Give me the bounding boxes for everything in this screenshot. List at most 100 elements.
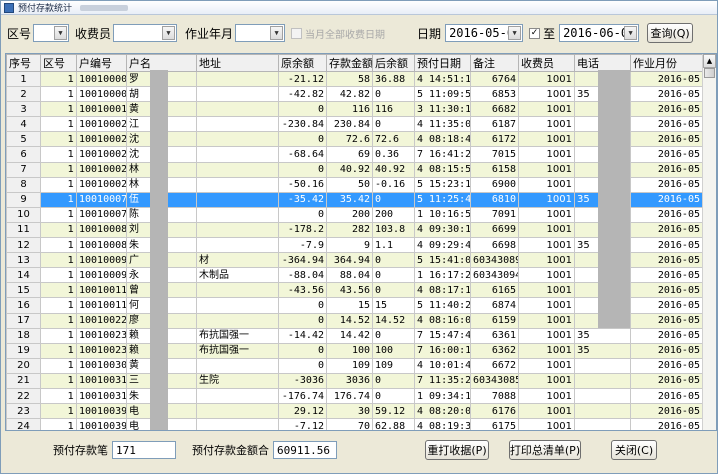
table-cell: 70 [326,418,373,430]
table-cell: 60343094 [470,267,519,284]
table-cell: 103.8 [372,221,415,239]
table-row[interactable]: 211100100316三生院-3036303607 11:35:2060343… [6,372,703,389]
table-cell: 4 10:01:41 [414,357,471,374]
table-cell: -3036 [278,372,327,389]
date-from-picker[interactable]: 2016-05-01 ▼ [445,24,524,42]
column-header[interactable]: 后余额 [372,54,415,72]
table-cell: 1 [40,327,77,344]
table-cell: 100100080 [76,221,127,239]
column-header[interactable]: 存款金额 [326,54,373,72]
column-header[interactable]: 备注 [470,54,519,72]
period-combo[interactable]: ▼ [235,24,286,42]
table-cell: -7.9 [278,237,327,254]
table-cell: 2016-05 [630,387,703,405]
table-cell: 0 [278,131,327,148]
table-cell: 0 [278,312,327,329]
table-cell: 0 [278,357,327,374]
table-cell: 40.92 [326,161,373,178]
table-row[interactable]: 221100100317朱-176.74176.7401 09:34:14708… [6,387,703,405]
table-cell: 1 [40,206,77,223]
column-header[interactable]: 原余额 [278,54,327,72]
query-button[interactable]: 查询(Q) [647,23,694,43]
table-cell: 116 [372,101,415,118]
chevron-down-icon[interactable]: ▼ [162,26,176,40]
table-row[interactable]: 191100100230赖布抗国强一01001007 16:00:1963621… [6,342,703,359]
table-cell: 4 14:51:17 [414,70,471,88]
table-row[interactable]: 181100100230赖布抗国强一-14.4214.4207 15:47:44… [6,327,703,344]
district-combo[interactable]: ▼ [33,24,70,42]
column-header[interactable]: 户名 [126,54,197,72]
table-cell [196,312,279,329]
table-cell: 15 [372,297,415,314]
table-cell [196,403,279,420]
table-cell: -42.82 [278,86,327,103]
table-cell: 1 [40,237,77,254]
reprint-receipt-button[interactable]: 重打收据(P) [425,440,489,460]
column-header[interactable]: 收费员 [518,54,575,72]
table-cell: 2016-05 [630,116,703,133]
table-cell: 2016-05 [630,176,703,193]
scroll-up-icon[interactable]: ▲ [703,54,716,68]
table-cell: 1 [40,297,77,314]
table-cell: 14.52 [372,312,415,329]
table-cell: -7.12 [278,418,327,430]
table-row[interactable]: 201100100303黄01091094 10:01:416672100120… [6,357,703,374]
table-cell: 2016-05 [630,131,703,148]
column-header[interactable]: 序号 [6,54,41,72]
collector-combo[interactable]: ▼ [113,24,178,42]
table-cell [196,297,279,314]
collector-label: 收费员 [75,26,112,41]
results-grid[interactable]: 序号 区号 户编号 户名 地址 原余额 存款金额 后余额 预付日期 备注 收费员 电话 作业月份 111… [5,53,717,431]
all-dates-checkbox[interactable] [291,27,303,39]
table-cell: 1 [40,161,77,178]
table-cell: 1 [40,191,77,208]
table-cell: 109 [372,357,415,374]
table-cell: 1 [40,176,77,193]
table-cell [574,418,631,430]
column-header[interactable]: 户编号 [76,54,127,72]
table-cell: 100100095 [76,252,127,269]
table-cell: 72.6 [326,131,373,148]
chevron-down-icon[interactable]: ▼ [54,26,68,40]
table-cell: -230.84 [278,116,327,133]
table-cell: 109 [326,357,373,374]
table-cell: 0 [278,206,327,223]
column-header[interactable]: 地址 [196,54,279,72]
chevron-down-icon[interactable]: ▼ [624,26,638,40]
date-to-picker[interactable]: 2016-06-01 ▼ [559,24,640,42]
table-row[interactable]: 241100100392电-7.127062.884 08:19:3461751… [6,418,703,430]
table-cell: 1001 [518,161,575,178]
table-cell: 布抗国强一 [196,327,279,344]
table-cell: 2016-05 [630,146,703,163]
table-cell: 1 [40,267,77,284]
table-cell: 364.94 [326,252,373,269]
table-cell: 36.88 [372,70,415,88]
chevron-down-icon[interactable]: ▼ [508,26,522,40]
table-cell: -68.64 [278,146,327,163]
table-cell: 1 16:17:22 [414,267,471,284]
table-cell: 1 [40,252,77,269]
table-cell [196,161,279,178]
table-cell: 7091 [470,206,519,223]
table-cell: 木制品 [196,267,279,284]
column-header[interactable]: 电话 [574,54,631,72]
table-cell: 16 [6,297,41,314]
table-cell: 3 11:30:17 [414,101,471,118]
table-header-row: 序号 区号 户编号 户名 地址 原余额 存款金额 后余额 预付日期 备注 收费员 电话 作业月份 [6,54,703,72]
table-cell: 200 [372,206,415,223]
table-cell: 6172 [470,131,519,148]
scroll-thumb[interactable] [704,68,715,78]
table-cell: 布抗国强一 [196,342,279,359]
column-header[interactable]: 预付日期 [414,54,471,72]
column-header[interactable]: 作业月份 [630,54,703,72]
chevron-down-icon[interactable]: ▼ [270,26,284,40]
range-checkbox[interactable]: ✓ [529,27,541,39]
table-row[interactable]: 231100100391电29.123059.124 08:20:0061761… [6,403,703,420]
table-cell: 1001 [518,252,575,269]
column-header[interactable]: 区号 [40,54,77,72]
table-cell: 2016-05 [630,372,703,389]
vertical-scrollbar[interactable]: ▲ [702,54,716,430]
table-cell: 生院 [196,372,279,389]
print-list-button[interactable]: 打印总清单(P) [509,440,581,460]
close-button[interactable]: 关闭(C) [611,440,657,460]
